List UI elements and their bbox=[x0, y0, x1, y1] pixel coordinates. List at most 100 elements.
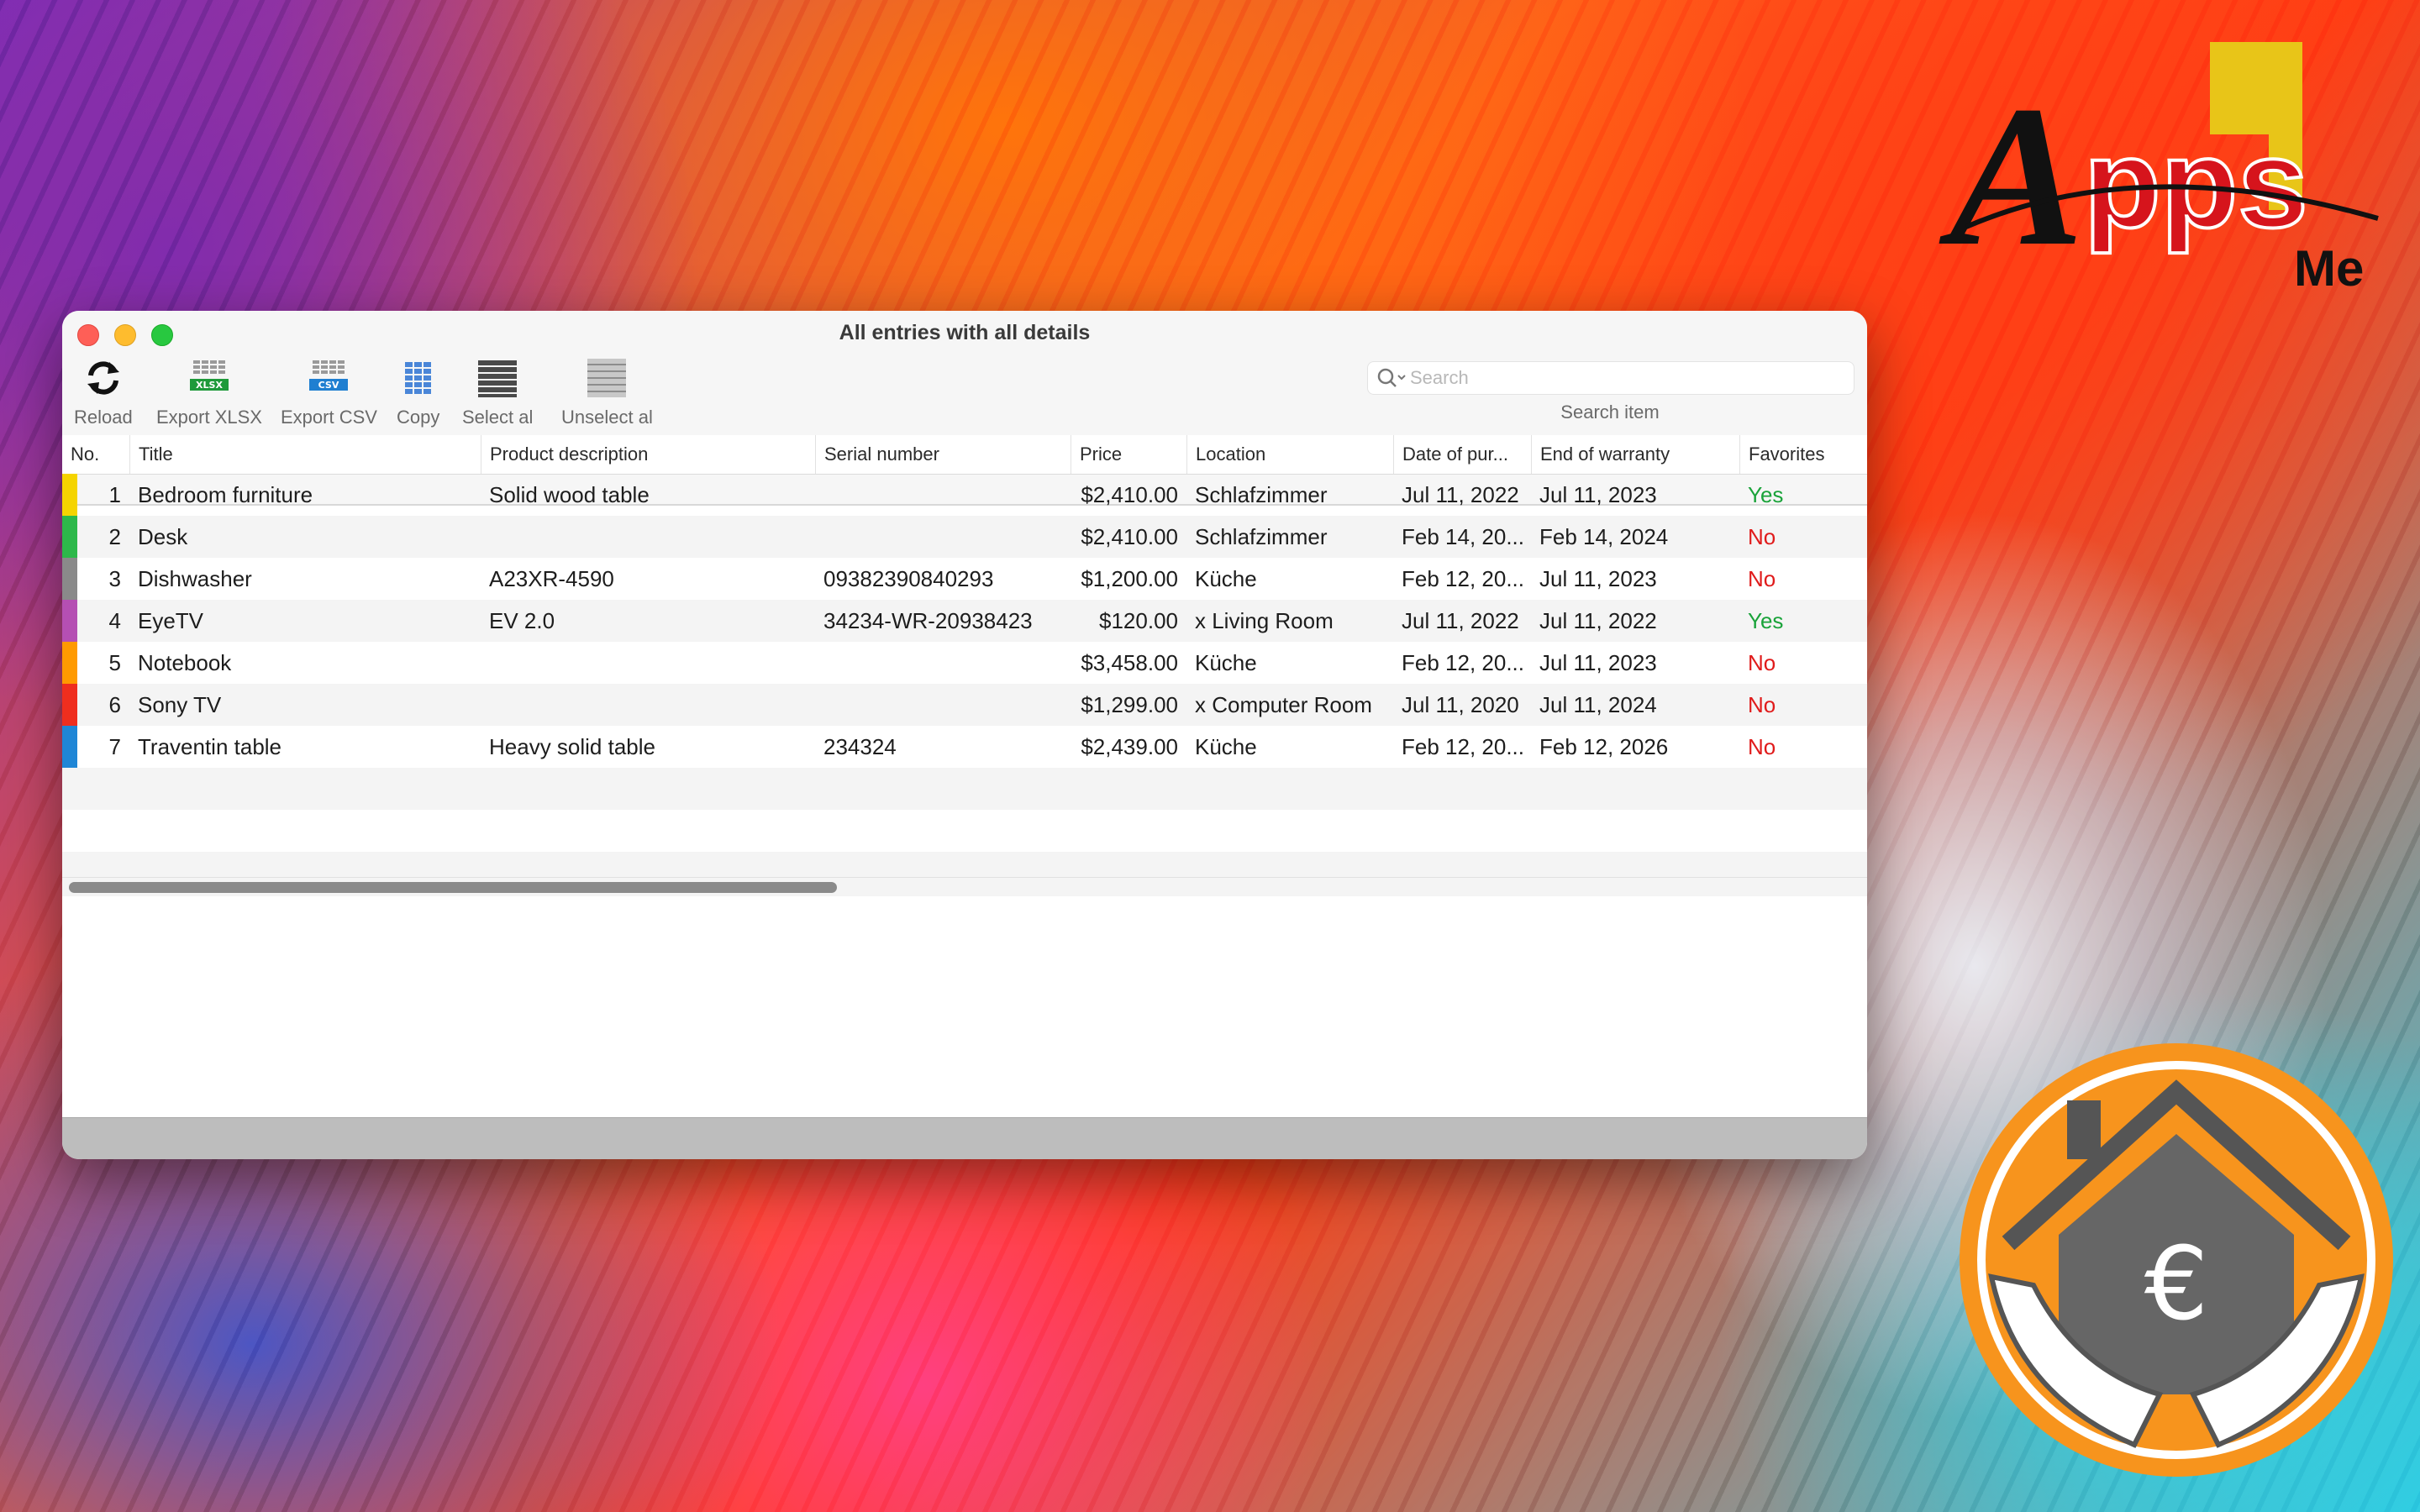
cell-no: 6 bbox=[108, 692, 121, 717]
copy-button[interactable]: Copy bbox=[397, 353, 439, 428]
cell-price: $3,458.00 bbox=[1081, 650, 1178, 675]
copy-icon bbox=[404, 362, 431, 394]
cell-purchase-date: Jul 11, 2022 bbox=[1402, 608, 1519, 633]
copy-label: Copy bbox=[397, 407, 440, 428]
cell-description: Heavy solid table bbox=[489, 734, 655, 759]
cell-serial: 234324 bbox=[823, 734, 897, 759]
cell-favorite: No bbox=[1748, 524, 1776, 549]
unselect-all-icon bbox=[587, 359, 627, 397]
cell-no: 1 bbox=[108, 482, 121, 507]
table-row[interactable]: 2 Desk $2,410.00 Schlafzimmer Feb 14, 20... F… bbox=[62, 516, 1867, 558]
cell-location: Schlafzimmer bbox=[1195, 482, 1328, 507]
row-color-marker bbox=[62, 600, 77, 642]
cell-warranty: Jul 11, 2024 bbox=[1539, 692, 1657, 717]
cell-purchase-date: Jul 11, 2022 bbox=[1402, 482, 1519, 507]
select-all-icon bbox=[478, 360, 518, 397]
col-header-price[interactable]: Price bbox=[1071, 435, 1186, 474]
cell-location: x Computer Room bbox=[1195, 692, 1372, 717]
horizontal-scrollbar[interactable] bbox=[62, 877, 1867, 896]
cell-description: A23XR-4590 bbox=[489, 566, 614, 591]
export-xlsx-button[interactable]: XLSX Export XLSX bbox=[156, 353, 262, 428]
cell-purchase-date: Feb 12, 20... bbox=[1402, 566, 1524, 591]
cell-purchase-date: Feb 12, 20... bbox=[1402, 734, 1524, 759]
cell-title: Dishwasher bbox=[138, 566, 252, 591]
table-row[interactable]: 6 Sony TV $1,299.00 x Computer Room Jul 11, … bbox=[62, 684, 1867, 726]
export-csv-button[interactable]: CSV Export CSV bbox=[281, 353, 377, 428]
col-header-no[interactable]: No. bbox=[62, 435, 129, 474]
table-row[interactable]: 4 EyeTV EV 2.0 34234-WR-20938423 $120.00 x Li… bbox=[62, 600, 1867, 642]
cell-price: $120.00 bbox=[1099, 608, 1178, 633]
unselect-all-button[interactable]: Unselect al bbox=[561, 353, 653, 428]
xlsx-tag: XLSX bbox=[196, 380, 223, 391]
search-field[interactable] bbox=[1367, 361, 1854, 395]
cell-favorite: No bbox=[1748, 650, 1776, 675]
cell-title: Bedroom furniture bbox=[138, 482, 313, 507]
search-icon bbox=[1377, 368, 1406, 387]
col-header-favorites[interactable]: Favorites bbox=[1739, 435, 1867, 474]
svg-text:Me: Me bbox=[2294, 240, 2364, 294]
cell-favorite: No bbox=[1748, 692, 1776, 717]
cell-warranty: Feb 12, 2026 bbox=[1539, 734, 1669, 759]
row-color-marker bbox=[62, 726, 77, 768]
table-header: No. Title Product description Serial num… bbox=[62, 435, 1867, 475]
cell-purchase-date: Feb 12, 20... bbox=[1402, 650, 1524, 675]
horizontal-scrollbar-thumb[interactable] bbox=[69, 882, 837, 893]
row-color-marker bbox=[62, 642, 77, 684]
cell-no: 2 bbox=[108, 524, 121, 549]
table-row[interactable]: 5 Notebook $3,458.00 Küche Feb 12, 20... Jul … bbox=[62, 642, 1867, 684]
table-row[interactable]: 1 Bedroom furniture Solid wood table $2,410… bbox=[62, 474, 1867, 516]
empty-row bbox=[62, 768, 1867, 810]
empty-row bbox=[62, 810, 1867, 852]
cell-location: Küche bbox=[1195, 734, 1257, 759]
apps4me-logo: A pps Me bbox=[1939, 42, 2379, 294]
cell-description bbox=[481, 516, 815, 558]
cell-price: $1,299.00 bbox=[1081, 692, 1178, 717]
select-all-button[interactable]: Select al bbox=[462, 353, 533, 428]
cell-no: 5 bbox=[108, 650, 121, 675]
empty-row bbox=[62, 852, 1867, 877]
cell-serial bbox=[815, 474, 1071, 516]
table-row[interactable]: 3 Dishwasher A23XR-4590 09382390840293 $1,20… bbox=[62, 558, 1867, 600]
csv-tag: CSV bbox=[318, 380, 339, 391]
cell-no: 3 bbox=[108, 566, 121, 591]
cell-serial bbox=[815, 516, 1071, 558]
col-header-description[interactable]: Product description bbox=[481, 435, 815, 474]
cell-title: Traventin table bbox=[138, 734, 282, 759]
cell-price: $1,200.00 bbox=[1081, 566, 1178, 591]
col-header-purchase-date[interactable]: Date of pur... bbox=[1393, 435, 1531, 474]
cell-price: $2,439.00 bbox=[1081, 734, 1178, 759]
col-header-location[interactable]: Location bbox=[1186, 435, 1393, 474]
col-header-serial[interactable]: Serial number bbox=[815, 435, 1071, 474]
row-color-marker bbox=[62, 474, 77, 516]
cell-price: $2,410.00 bbox=[1081, 524, 1178, 549]
cell-description bbox=[481, 684, 815, 726]
cell-location: Küche bbox=[1195, 566, 1257, 591]
cell-price: $2,410.00 bbox=[1081, 482, 1178, 507]
cell-warranty: Jul 11, 2023 bbox=[1539, 650, 1657, 675]
col-header-title[interactable]: Title bbox=[129, 435, 481, 474]
reload-label: Reload bbox=[74, 407, 133, 428]
cell-favorite: No bbox=[1748, 734, 1776, 759]
euro-symbol: € bbox=[2144, 1226, 2208, 1343]
house-euro-logo: € bbox=[1960, 1043, 2393, 1477]
cell-title: EyeTV bbox=[138, 608, 204, 633]
cell-favorite: Yes bbox=[1748, 608, 1784, 633]
unselect-all-label: Unselect al bbox=[561, 407, 653, 428]
cell-description bbox=[481, 642, 815, 684]
table-row[interactable]: 7 Traventin table Heavy solid table 234324 $… bbox=[62, 726, 1867, 768]
col-header-warranty[interactable]: End of warranty bbox=[1531, 435, 1739, 474]
cell-description: Solid wood table bbox=[489, 482, 650, 507]
reload-button[interactable]: Reload bbox=[74, 353, 133, 428]
cell-warranty: Feb 14, 2024 bbox=[1539, 524, 1669, 549]
cell-warranty: Jul 11, 2023 bbox=[1539, 566, 1657, 591]
csv-icon: CSV bbox=[309, 360, 349, 391]
cell-no: 7 bbox=[108, 734, 121, 759]
search-input[interactable] bbox=[1408, 366, 1832, 390]
row-color-marker bbox=[62, 684, 77, 726]
export-xlsx-label: Export XLSX bbox=[156, 407, 262, 428]
svg-text:pps: pps bbox=[2084, 113, 2308, 254]
cell-serial bbox=[815, 642, 1071, 684]
window-title: All entries with all details bbox=[839, 321, 1091, 344]
cell-serial bbox=[815, 684, 1071, 726]
cell-purchase-date: Feb 14, 20... bbox=[1402, 524, 1524, 549]
